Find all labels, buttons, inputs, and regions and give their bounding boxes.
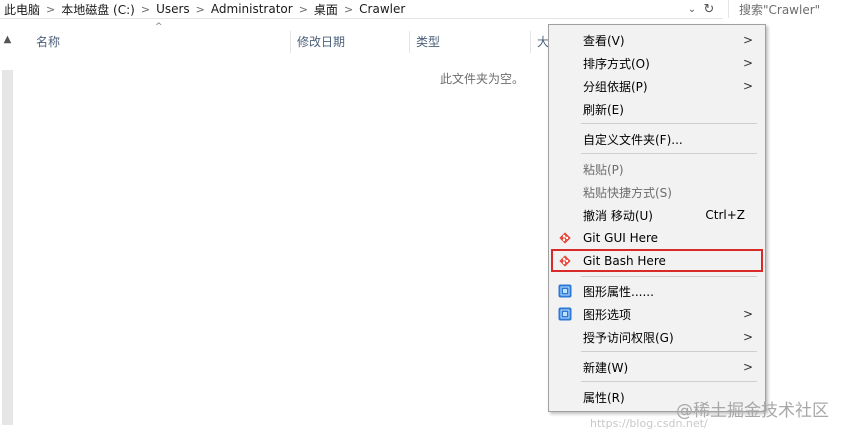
submenu-arrow-icon: > [742, 56, 753, 70]
scroll-track[interactable] [2, 70, 13, 425]
crumb-separator-icon[interactable]: > [344, 3, 353, 16]
menu-label: 排序方式(O) [583, 56, 650, 71]
submenu-arrow-icon: > [742, 360, 753, 374]
menu-item-graphics-options[interactable]: 图形选项 > [551, 303, 763, 325]
column-modified[interactable]: 修改日期 [297, 29, 345, 53]
menu-item-new[interactable]: 新建(W) > [551, 356, 763, 378]
explorer-window: 此电脑 > 本地磁盘 (C:) > Users > Administrator … [0, 0, 843, 433]
crumb-separator-icon[interactable]: > [141, 3, 150, 16]
crumb-separator-icon[interactable]: > [46, 3, 55, 16]
column-name[interactable]: 名称 [36, 29, 60, 53]
submenu-arrow-icon: > [742, 33, 753, 47]
menu-label: 图形属性...... [583, 284, 654, 299]
menu-item-git-gui[interactable]: Git GUI Here [551, 227, 763, 249]
column-header-row: 名称 修改日期 类型 大 [14, 29, 574, 53]
scroll-up-icon[interactable]: ▲ [0, 32, 15, 46]
submenu-arrow-icon: > [742, 330, 753, 344]
menu-separator [581, 276, 757, 277]
crumb-separator-icon[interactable]: > [196, 3, 205, 16]
menu-label: 刷新(E) [583, 102, 624, 117]
menu-item-customize-folder[interactable]: 自定义文件夹(F)... [551, 128, 763, 150]
menu-label: 查看(V) [583, 33, 625, 48]
menu-item-undo-move[interactable]: 撤消 移动(U) Ctrl+Z [551, 204, 763, 226]
menu-item-paste-shortcut: 粘贴快捷方式(S) [551, 181, 763, 203]
menu-label: 新建(W) [583, 360, 629, 375]
menu-label: 分组依据(P) [583, 79, 648, 94]
column-divider[interactable] [530, 31, 531, 53]
shortcut-label: Ctrl+Z [705, 208, 745, 222]
menu-label: 属性(R) [583, 390, 625, 405]
menu-label: 粘贴快捷方式(S) [583, 185, 672, 200]
intel-graphics-icon [558, 307, 572, 321]
menu-separator [581, 381, 757, 382]
menu-item-paste: 粘贴(P) [551, 158, 763, 180]
menu-label: 粘贴(P) [583, 162, 624, 177]
menu-separator [581, 351, 757, 352]
menu-separator [581, 123, 757, 124]
menu-label: 自定义文件夹(F)... [583, 132, 683, 147]
submenu-arrow-icon: > [742, 307, 753, 321]
search-input[interactable]: 搜索"Crawler" [728, 0, 843, 18]
git-icon [559, 232, 571, 244]
address-bar[interactable]: 此电脑 > 本地磁盘 (C:) > Users > Administrator … [0, 0, 723, 19]
menu-separator [581, 153, 757, 154]
column-divider[interactable] [409, 31, 410, 53]
menu-item-refresh[interactable]: 刷新(E) [551, 98, 763, 120]
intel-graphics-icon [558, 284, 572, 298]
crumb-this-pc[interactable]: 此电脑 [4, 0, 40, 18]
menu-item-group-by[interactable]: 分组依据(P) > [551, 75, 763, 97]
crumb-users[interactable]: Users [156, 0, 190, 18]
submenu-arrow-icon: > [742, 79, 753, 93]
menu-label: Git GUI Here [583, 231, 659, 245]
crumb-crawler[interactable]: Crawler [359, 0, 405, 18]
crumb-separator-icon[interactable]: > [299, 3, 308, 16]
crumb-desktop[interactable]: 桌面 [314, 0, 338, 18]
crumb-local-disk[interactable]: 本地磁盘 (C:) [61, 0, 135, 18]
menu-item-give-access[interactable]: 授予访问权限(G) > [551, 326, 763, 348]
git-bash-highlight-box [551, 249, 763, 272]
context-menu: 查看(V) > 排序方式(O) > 分组依据(P) > 刷新(E) 自定义文件夹… [548, 24, 766, 412]
watermark: @稀土掘金技术社区 [676, 401, 829, 421]
menu-label: 撤消 移动(U) [583, 208, 653, 223]
menu-label: 图形选项 [583, 307, 632, 322]
empty-folder-message: 此文件夹为空。 [440, 72, 525, 86]
address-dropdown-icon[interactable]: ⌄ [684, 0, 700, 18]
menu-item-view[interactable]: 查看(V) > [551, 29, 763, 51]
menu-label: 授予访问权限(G) [583, 330, 674, 345]
menu-item-sort-by[interactable]: 排序方式(O) > [551, 52, 763, 74]
crumb-administrator[interactable]: Administrator [211, 0, 293, 18]
column-type[interactable]: 类型 [416, 29, 440, 53]
column-divider[interactable] [290, 31, 291, 53]
refresh-icon[interactable]: ↻ [700, 0, 718, 18]
menu-item-graphics-properties[interactable]: 图形属性...... [551, 280, 763, 302]
